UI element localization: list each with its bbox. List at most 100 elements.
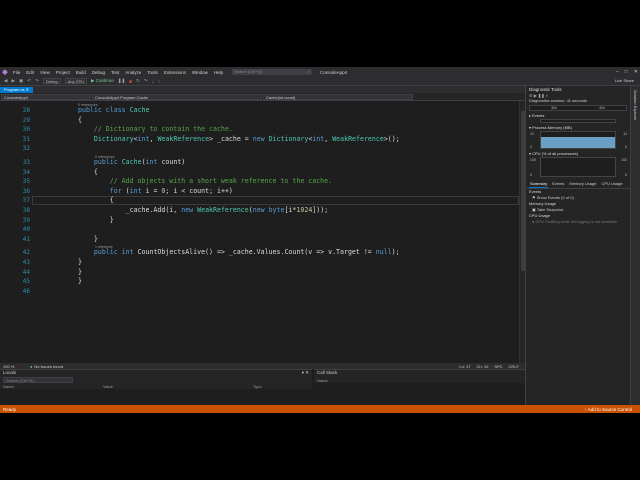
code-line[interactable]: for (int i = 0; i < count; i++) bbox=[78, 187, 233, 195]
code-line[interactable]: // Dictionary to contain the cache. bbox=[78, 125, 233, 133]
menu-item-extensions[interactable]: Extensions bbox=[161, 70, 189, 75]
menu-item-edit[interactable]: Edit bbox=[23, 70, 37, 75]
menu-bar: File Edit View Project Build Debug Test Analyze… bbox=[10, 70, 226, 75]
diag-tab-cpu-usage[interactable]: CPU Usage bbox=[600, 180, 623, 188]
close-icon[interactable]: ✕ bbox=[634, 69, 638, 75]
undo-icon[interactable]: ↶ bbox=[27, 78, 31, 84]
code-line[interactable]: { bbox=[78, 196, 114, 204]
continue-button[interactable]: ▶ Continue bbox=[91, 78, 114, 84]
line-number: 35 bbox=[22, 178, 30, 186]
stop-icon[interactable]: ■ bbox=[129, 79, 132, 84]
take-snapshot-label: Take Snapshot bbox=[536, 207, 564, 212]
toolbar: ◀ ▶ ▣ ↶ ↷ Debug Any CPU ▶ Continue ❚❚ ■ … bbox=[0, 77, 640, 86]
add-to-source-control[interactable]: ↑ Add to Source Control bbox=[584, 407, 640, 412]
code-line[interactable]: _cache.Add(i, new WeakReference(new byte… bbox=[78, 206, 329, 214]
zoom-level[interactable]: 100 % bbox=[0, 364, 30, 369]
menu-item-help[interactable]: Help bbox=[211, 70, 226, 75]
diag-tab-memory-usage[interactable]: Memory Usage bbox=[568, 180, 597, 188]
diag-tab-events[interactable]: Events bbox=[551, 180, 565, 188]
code-line[interactable]: public Cache(int count) bbox=[78, 158, 185, 166]
menu-item-project[interactable]: Project bbox=[53, 70, 73, 75]
cpu-label: CPU (% of all processors) bbox=[532, 151, 579, 156]
forward-icon[interactable]: ▶ bbox=[11, 78, 14, 84]
line-number: 46 bbox=[22, 287, 30, 295]
cpu-axis-bottom: 0 bbox=[530, 173, 532, 177]
platform-combo[interactable]: Any CPU bbox=[64, 78, 88, 84]
step-over-icon[interactable]: ↷ bbox=[144, 78, 148, 84]
step-out-icon[interactable]: ↑ bbox=[158, 79, 160, 84]
memory-graph[interactable] bbox=[540, 131, 616, 149]
redo-icon[interactable]: ↷ bbox=[35, 78, 39, 84]
issues-label[interactable]: No issues found bbox=[32, 364, 63, 369]
document-tabs: Program.cs ✕ bbox=[0, 86, 530, 93]
tab-label: Program.cs bbox=[4, 87, 25, 92]
code-line[interactable]: public class Cache bbox=[78, 106, 149, 114]
code-line[interactable]: { bbox=[78, 116, 82, 124]
menu-item-tools[interactable]: Tools bbox=[144, 70, 161, 75]
navigation-bar: ConsoleApp4 ConsoleApp4.Program.Cache Ca… bbox=[0, 93, 525, 101]
search-placeholder: Search (Ctrl+Q) bbox=[234, 69, 263, 74]
code-line[interactable]: Dictionary<int, WeakReference> _cache = … bbox=[78, 135, 400, 143]
solution-name: ConsoleApp4 bbox=[320, 69, 348, 75]
events-label: Events bbox=[532, 113, 545, 118]
live-share-button[interactable]: Live Share bbox=[615, 78, 634, 83]
line-number: 34 bbox=[22, 168, 30, 176]
memory-axis-bottom-right: 0 bbox=[625, 145, 627, 149]
code-line[interactable]: } bbox=[78, 235, 98, 243]
menu-item-file[interactable]: File bbox=[10, 70, 23, 75]
menu-item-analyze[interactable]: Analyze bbox=[122, 70, 144, 75]
menu-item-view[interactable]: View bbox=[37, 70, 53, 75]
locals-search-input[interactable]: Search (Ctrl+E) bbox=[3, 377, 73, 383]
menu-item-window[interactable]: Window bbox=[189, 70, 211, 75]
events-track[interactable] bbox=[540, 119, 616, 123]
search-input[interactable]: Search (Ctrl+Q) ⌕ bbox=[232, 69, 313, 75]
cpu-graph[interactable] bbox=[540, 157, 616, 177]
code-line[interactable]: } bbox=[78, 277, 82, 285]
close-icon[interactable]: ✕ bbox=[26, 87, 29, 92]
line-number: 28 bbox=[22, 107, 30, 114]
column-header-value[interactable]: Value bbox=[103, 384, 253, 389]
project-combo[interactable]: ConsoleApp4 bbox=[1, 93, 91, 100]
memory-axis-top-right: 12 bbox=[623, 132, 627, 136]
back-icon[interactable]: ◀ bbox=[4, 78, 7, 84]
column-header-type[interactable]: Type bbox=[253, 384, 262, 389]
diagnostic-tools-panel: Diagnostic Tools ⚙ ▶ ❚❚ ⌕ Diagnostics se… bbox=[525, 86, 630, 409]
restart-icon[interactable]: ↻ bbox=[136, 78, 140, 84]
line-number: 44 bbox=[22, 268, 30, 276]
pause-icon[interactable]: ❚❚ bbox=[118, 78, 126, 84]
timeline-ruler[interactable]: 30s 40s bbox=[529, 105, 627, 111]
save-icon[interactable]: ▣ bbox=[19, 78, 23, 84]
menu-item-debug[interactable]: Debug bbox=[89, 70, 108, 75]
pin-icon[interactable]: ▾ ✕ bbox=[302, 370, 312, 376]
line-number: 43 bbox=[22, 259, 30, 266]
live-share-label: Live Share bbox=[614, 78, 634, 83]
member-combo[interactable]: Cache(int count) bbox=[263, 93, 413, 100]
minimize-icon[interactable]: – bbox=[616, 69, 619, 75]
diag-tab-summary[interactable]: Summary bbox=[529, 180, 549, 188]
line-number: 41 bbox=[22, 235, 30, 243]
memory-fill bbox=[541, 136, 615, 148]
step-into-icon[interactable]: ↓ bbox=[152, 79, 154, 84]
vs-window: ◆ File Edit View Project Build Debug Test Analy… bbox=[0, 67, 640, 413]
code-line[interactable]: } bbox=[78, 216, 114, 224]
menu-item-test[interactable]: Test bbox=[108, 70, 122, 75]
code-line[interactable]: public int CountObjectsAlive() => _cache… bbox=[78, 248, 400, 256]
line-number: 31 bbox=[22, 135, 30, 143]
code-line[interactable]: // Add objects with a short weak referen… bbox=[78, 177, 332, 185]
line-number: 37 bbox=[22, 197, 30, 205]
solution-explorer-tab[interactable]: Solution Explorer bbox=[630, 86, 640, 409]
events-section-label: ▸ Events bbox=[529, 113, 545, 118]
column-header-name[interactable]: Name bbox=[3, 384, 103, 389]
class-combo[interactable]: ConsoleApp4.Program.Cache bbox=[92, 93, 262, 100]
call-stack-title: Call Stack bbox=[317, 370, 338, 375]
code-line[interactable]: { bbox=[78, 168, 98, 176]
code-editor[interactable]: 28 0 references public class Cache 29{30 //… bbox=[0, 101, 519, 363]
menu-item-build[interactable]: Build bbox=[73, 70, 89, 75]
cpu-axis-top-right: 100 bbox=[621, 158, 627, 162]
cpu-section-label: ▾ CPU (% of all processors) bbox=[529, 151, 579, 156]
code-line[interactable]: } bbox=[78, 268, 82, 276]
code-line[interactable]: } bbox=[78, 258, 82, 266]
maximize-icon[interactable]: □ bbox=[625, 69, 628, 75]
config-combo[interactable]: Debug bbox=[42, 78, 61, 84]
diagnostic-tools-title: Diagnostic Tools bbox=[529, 87, 562, 92]
